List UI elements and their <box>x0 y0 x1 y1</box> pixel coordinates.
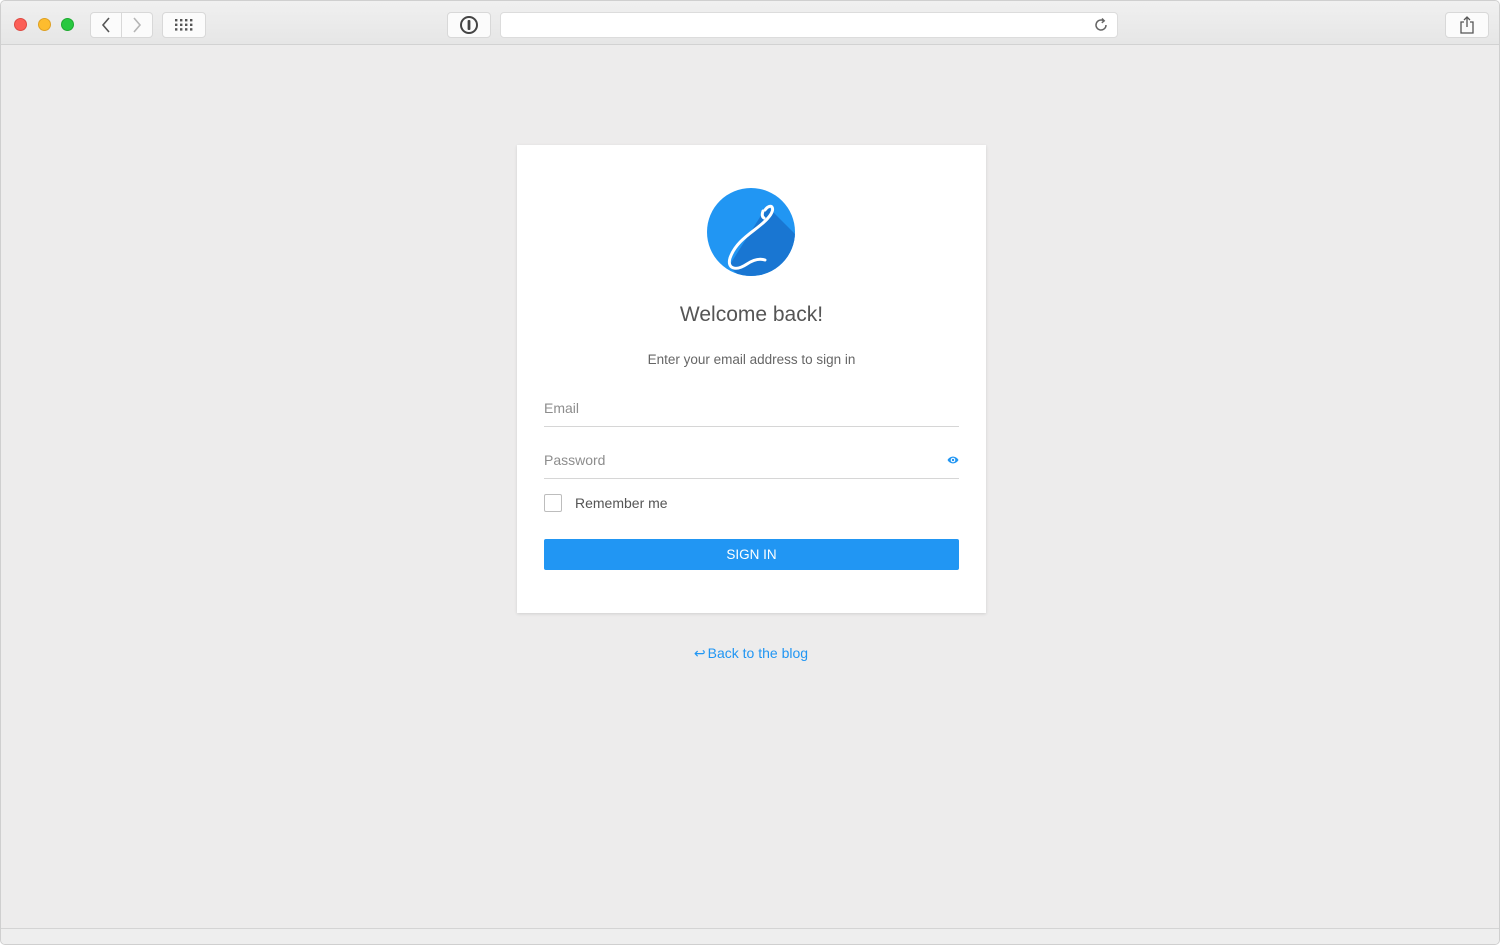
chevron-right-icon <box>133 17 142 33</box>
password-manager-icon <box>460 16 478 34</box>
password-manager-button[interactable] <box>447 12 491 38</box>
back-to-blog-label: Back to the blog <box>707 645 809 661</box>
tab-overview-button[interactable] <box>162 12 206 38</box>
status-bar <box>1 928 1499 944</box>
site-logo <box>707 188 795 276</box>
grid-icon <box>175 19 193 31</box>
close-window-button[interactable] <box>14 18 27 31</box>
address-bar[interactable] <box>500 12 1118 38</box>
remember-me[interactable]: Remember me <box>544 494 668 512</box>
maximize-window-button[interactable] <box>61 18 74 31</box>
password-input[interactable] <box>544 445 959 475</box>
forward-button[interactable] <box>122 12 153 38</box>
share-icon <box>1460 16 1474 34</box>
back-to-blog-link[interactable]: ↩ Back to the blog <box>1 645 1499 662</box>
browser-window: Welcome back! Enter your email address t… <box>0 0 1500 945</box>
sign-in-button[interactable]: SIGN IN <box>544 539 959 570</box>
remember-me-label: Remember me <box>575 495 668 511</box>
reload-icon[interactable] <box>1093 17 1109 33</box>
share-button[interactable] <box>1445 12 1489 38</box>
email-field <box>544 393 959 427</box>
chevron-left-icon <box>101 17 110 33</box>
eye-icon[interactable] <box>947 454 959 466</box>
page-title: Welcome back! <box>679 303 824 326</box>
page-subtitle: Enter your email address to sign in <box>647 352 856 367</box>
email-input[interactable] <box>544 393 959 423</box>
return-arrow-icon: ↩ <box>693 645 706 661</box>
login-card: Welcome back! Enter your email address t… <box>517 145 986 613</box>
minimize-window-button[interactable] <box>38 18 51 31</box>
password-field <box>544 445 959 479</box>
browser-toolbar <box>1 1 1499 45</box>
back-button[interactable] <box>90 12 122 38</box>
remember-me-checkbox[interactable] <box>544 494 562 512</box>
